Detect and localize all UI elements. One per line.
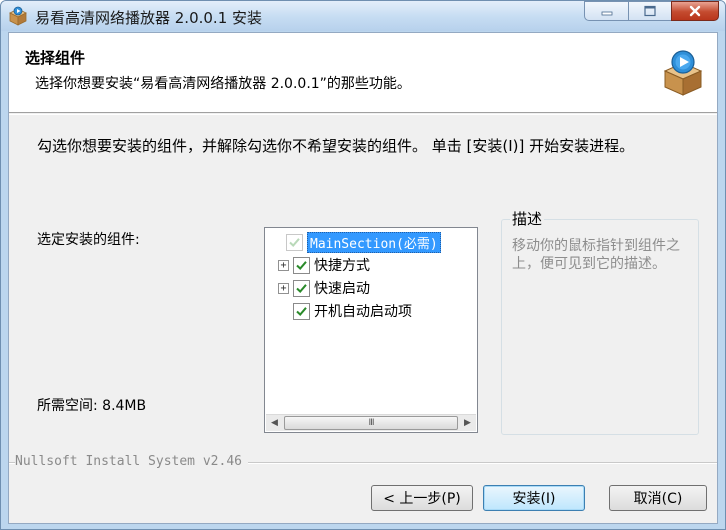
checkmark-icon — [296, 306, 307, 316]
tree-item-label: MainSection(必需) — [307, 231, 441, 253]
components-tree[interactable]: MainSection(必需) + 快捷方式 + 快速启动 开机自动启动项 ◀ … — [264, 227, 478, 433]
back-button[interactable]: < 上一步(P) — [371, 485, 473, 511]
tree-checkbox[interactable] — [293, 256, 310, 274]
maximize-button[interactable] — [628, 1, 672, 21]
tree-item-shortcuts[interactable]: + 快捷方式 — [278, 254, 370, 276]
cancel-button[interactable]: 取消(C) — [609, 485, 707, 511]
scrollbar-thumb[interactable]: III — [284, 416, 458, 430]
tree-item-label: 快捷方式 — [314, 258, 370, 274]
page-title: 选择组件 — [25, 49, 86, 67]
close-icon — [689, 5, 701, 17]
window-title: 易看高清网络播放器 2.0.0.1 安装 — [35, 9, 263, 27]
installer-box-icon — [9, 6, 27, 26]
nsis-branding: Nullsoft Install System v2.46 — [15, 454, 248, 469]
expand-plus-icon[interactable]: + — [278, 259, 289, 271]
maximize-icon — [644, 5, 656, 17]
checkmark-icon — [289, 237, 300, 247]
installer-box-icon — [663, 50, 703, 96]
tree-item-label: 快速启动 — [314, 281, 370, 297]
install-button[interactable]: 安装(I) — [483, 485, 585, 511]
minimize-button[interactable] — [584, 1, 629, 21]
scroll-right-arrow-icon[interactable]: ▶ — [459, 415, 476, 431]
tree-item-autostart[interactable]: 开机自动启动项 — [293, 300, 412, 322]
space-required-text: 所需空间: 8.4MB — [37, 398, 147, 414]
tree-item-label: 开机自动启动项 — [314, 304, 412, 320]
scroll-left-arrow-icon[interactable]: ◀ — [266, 415, 283, 431]
description-text: 移动你的鼠标指针到组件之上，便可见到它的描述。 — [512, 238, 680, 272]
tree-horizontal-scrollbar[interactable]: ◀ III ▶ — [266, 414, 476, 431]
description-groupbox: 描述 移动你的鼠标指针到组件之上，便可见到它的描述。 — [501, 208, 699, 435]
instructions-text: 勾选你想要安装的组件，并解除勾选你不希望安装的组件。 单击 [安装(I)] 开始… — [37, 137, 635, 155]
components-label: 选定安装的组件: — [37, 232, 140, 248]
close-window-button[interactable] — [671, 1, 719, 21]
description-title: 描述 — [510, 208, 545, 229]
tree-checkbox[interactable] — [293, 279, 310, 297]
tree-checkbox[interactable] — [286, 233, 303, 251]
minimize-icon — [601, 11, 612, 16]
checkmark-icon — [296, 260, 307, 270]
tree-item-mainsection[interactable]: MainSection(必需) — [286, 231, 441, 253]
title-bar[interactable]: 易看高清网络播放器 2.0.0.1 安装 — [1, 1, 725, 31]
page-subtitle: 选择你想要安装“易看高清网络播放器 2.0.0.1”的那些功能。 — [35, 76, 411, 92]
expand-plus-icon[interactable]: + — [278, 282, 289, 294]
checkmark-icon — [296, 283, 307, 293]
installer-window: 易看高清网络播放器 2.0.0.1 安装 选择组件 选择你想要安装“易看高清网络… — [0, 0, 726, 530]
header-separator — [9, 114, 717, 115]
tree-item-quicklaunch[interactable]: + 快速启动 — [278, 277, 370, 299]
installer-client-area: 选择组件 选择你想要安装“易看高清网络播放器 2.0.0.1”的那些功能。 勾选… — [8, 32, 718, 524]
page-header: 选择组件 选择你想要安装“易看高清网络播放器 2.0.0.1”的那些功能。 — [9, 33, 717, 113]
tree-checkbox[interactable] — [293, 302, 310, 320]
